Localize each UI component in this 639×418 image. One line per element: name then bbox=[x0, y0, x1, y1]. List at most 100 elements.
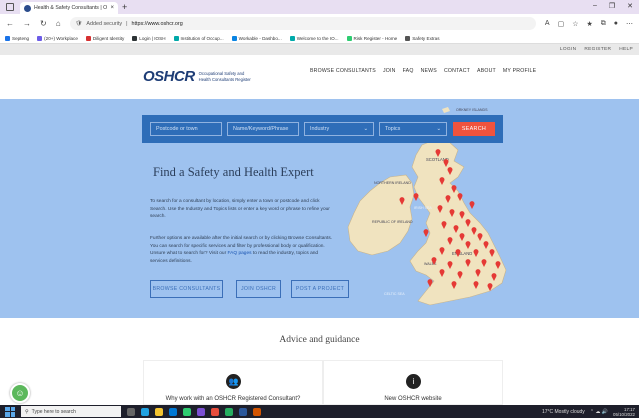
bookmark-favicon-icon bbox=[346, 35, 352, 41]
system-tray: 17°C Mostly cloudy ⌃ ☁ 🔊 17:17 05/10/202… bbox=[542, 407, 639, 417]
file-explorer-icon[interactable] bbox=[155, 407, 163, 416]
bookmark-item[interactable]: (20+) Workplace bbox=[37, 35, 78, 41]
info-icon: i bbox=[406, 374, 421, 389]
browse-consultants-button[interactable]: BROWSE CONSULTANTS bbox=[150, 280, 223, 298]
windows-taskbar: ⚲ Type here to search 17°C Mostly cloudy… bbox=[0, 405, 639, 418]
home-icon[interactable]: ⌂ bbox=[56, 19, 61, 28]
map-pin-icon[interactable] bbox=[423, 229, 429, 237]
postcode-input[interactable]: Postcode or town bbox=[150, 122, 222, 136]
hero-title: Find a Safety and Health Expert bbox=[153, 165, 314, 179]
excel-icon[interactable] bbox=[225, 407, 233, 416]
edge-icon[interactable] bbox=[141, 407, 149, 416]
teams-icon[interactable] bbox=[197, 407, 205, 416]
browser-tab[interactable]: Health & Safety Consultants | O × bbox=[20, 2, 118, 14]
mail-icon[interactable] bbox=[169, 407, 177, 416]
read-aloud-icon[interactable]: A bbox=[545, 20, 550, 28]
advice-card-label: New OSHCR website bbox=[384, 396, 442, 402]
favorite-icon[interactable]: ☆ bbox=[572, 20, 578, 28]
site-favicon-icon bbox=[24, 4, 31, 12]
nav-news[interactable]: NEWS bbox=[421, 68, 437, 74]
tab-close-icon[interactable]: × bbox=[110, 5, 114, 11]
windows-start-icon[interactable] bbox=[5, 406, 15, 417]
security-label: Added security bbox=[86, 20, 123, 27]
chat-help-icon[interactable]: ☺ bbox=[10, 383, 30, 403]
oshcr-logo[interactable]: OSHCR Occupational Safety and Health Con… bbox=[143, 68, 251, 85]
utility-nav: LOGIN REGISTER HELP bbox=[0, 44, 639, 55]
browser-actions: A ▢ ☆ ★ ⧉ ● ⋯ bbox=[545, 20, 633, 28]
nav-contact[interactable]: CONTACT bbox=[444, 68, 470, 74]
new-tab-button[interactable]: + bbox=[122, 2, 127, 13]
faq-link[interactable]: FAQ pages bbox=[228, 251, 252, 256]
bookmark-item[interactable]: Login | IOSH bbox=[132, 35, 166, 41]
nav-about[interactable]: ABOUT bbox=[477, 68, 496, 74]
bookmark-item[interactable]: Welcome to the IO... bbox=[289, 35, 339, 41]
weather-widget[interactable]: 17°C Mostly cloudy bbox=[542, 409, 585, 415]
search-icon: ⚲ bbox=[25, 408, 29, 415]
keyword-input[interactable]: Name/Keyword/Phrase bbox=[227, 122, 299, 136]
favorites-icon[interactable]: ★ bbox=[586, 20, 592, 28]
collections-icon[interactable]: ⧉ bbox=[601, 20, 606, 28]
map-orkney bbox=[442, 107, 450, 113]
bookmark-favicon-icon bbox=[5, 35, 10, 41]
forward-icon[interactable]: → bbox=[23, 19, 31, 28]
clock[interactable]: 17:17 05/10/2022 bbox=[613, 407, 635, 417]
nav-join[interactable]: JOIN bbox=[383, 68, 396, 74]
address-bar[interactable]: 🛡 Added security | https://www.oshcr.org bbox=[69, 17, 536, 30]
label-celtic-sea: CELTIC SEA bbox=[384, 292, 405, 296]
bookmark-favicon-icon bbox=[85, 35, 91, 41]
map-great-britain bbox=[409, 139, 507, 306]
url-text[interactable]: https://www.oshcr.org bbox=[131, 21, 182, 27]
browser-toolbar: ← → ↻ ⌂ 🛡 Added security | https://www.o… bbox=[0, 14, 639, 33]
label-northern-ireland: NORTHERN IRELAND bbox=[374, 181, 411, 185]
bookmark-item[interactable]: Septeng bbox=[5, 35, 29, 41]
taskbar-search-placeholder: Type here to search bbox=[31, 408, 76, 415]
powerpoint-icon[interactable] bbox=[253, 407, 261, 416]
bookmark-favicon-icon bbox=[37, 35, 43, 41]
back-icon[interactable]: ← bbox=[6, 19, 14, 28]
bookmark-item[interactable]: Safety Extras bbox=[405, 35, 440, 41]
industry-select[interactable]: Industry ⌄ bbox=[304, 122, 374, 136]
topics-select[interactable]: Topics ⌄ bbox=[379, 122, 447, 136]
nav-faq[interactable]: FAQ bbox=[403, 68, 414, 74]
minimize-icon[interactable]: – bbox=[593, 2, 597, 10]
app-icon[interactable] bbox=[211, 407, 219, 416]
tray-icons[interactable]: ⌃ ☁ 🔊 bbox=[590, 409, 608, 415]
map-pin-icon[interactable] bbox=[469, 201, 475, 209]
search-bar: Postcode or town Name/Keyword/Phrase Ind… bbox=[142, 115, 503, 143]
bookmark-favicon-icon bbox=[173, 35, 179, 41]
map-pin-icon[interactable] bbox=[413, 193, 419, 201]
chrome-icon[interactable] bbox=[183, 407, 191, 416]
refresh-icon[interactable]: ↻ bbox=[40, 19, 47, 28]
split-screen-icon[interactable]: ▢ bbox=[558, 20, 565, 28]
search-button[interactable]: SEARCH bbox=[453, 122, 495, 136]
advice-card-why-oshcr[interactable]: 👥 Why work with an OSHCR Registered Cons… bbox=[143, 360, 323, 405]
nav-browse-consultants[interactable]: BROWSE CONSULTANTS bbox=[310, 68, 376, 74]
bookmark-favicon-icon bbox=[231, 35, 237, 41]
more-icon[interactable]: ⋯ bbox=[626, 20, 633, 28]
taskbar-search[interactable]: ⚲ Type here to search bbox=[21, 406, 121, 417]
chevron-down-icon: ⌄ bbox=[363, 126, 368, 132]
close-window-icon[interactable]: ✕ bbox=[627, 2, 633, 10]
window-menu-icon[interactable] bbox=[6, 3, 14, 11]
bookmark-item[interactable]: Workable - Dashbo... bbox=[231, 35, 282, 41]
word-icon[interactable] bbox=[239, 407, 247, 416]
bookmark-favicon-icon bbox=[289, 35, 295, 41]
task-view-icon[interactable] bbox=[127, 407, 135, 416]
post-project-button[interactable]: POST A PROJECT bbox=[291, 280, 349, 298]
join-oshcr-button[interactable]: JOIN OSHCR bbox=[236, 280, 281, 298]
register-link[interactable]: REGISTER bbox=[584, 47, 611, 52]
taskbar-apps bbox=[127, 407, 261, 416]
nav-my-profile[interactable]: MY PROFILE bbox=[503, 68, 536, 74]
chevron-down-icon: ⌄ bbox=[436, 126, 441, 132]
profile-icon[interactable]: ● bbox=[614, 20, 618, 28]
main-nav: BROWSE CONSULTANTS JOIN FAQ NEWS CONTACT… bbox=[310, 68, 536, 74]
industry-select-label: Industry bbox=[310, 126, 330, 132]
restore-icon[interactable]: ❐ bbox=[609, 2, 615, 10]
help-link[interactable]: HELP bbox=[619, 47, 633, 52]
advice-card-new-website[interactable]: i New OSHCR website bbox=[323, 360, 503, 405]
bookmark-item[interactable]: Risk Register - Home bbox=[346, 35, 397, 41]
login-link[interactable]: LOGIN bbox=[560, 47, 576, 52]
users-icon: 👥 bbox=[226, 374, 241, 389]
bookmark-item[interactable]: Diligent Identity bbox=[85, 35, 124, 41]
bookmark-item[interactable]: Institution of Occup... bbox=[173, 35, 224, 41]
